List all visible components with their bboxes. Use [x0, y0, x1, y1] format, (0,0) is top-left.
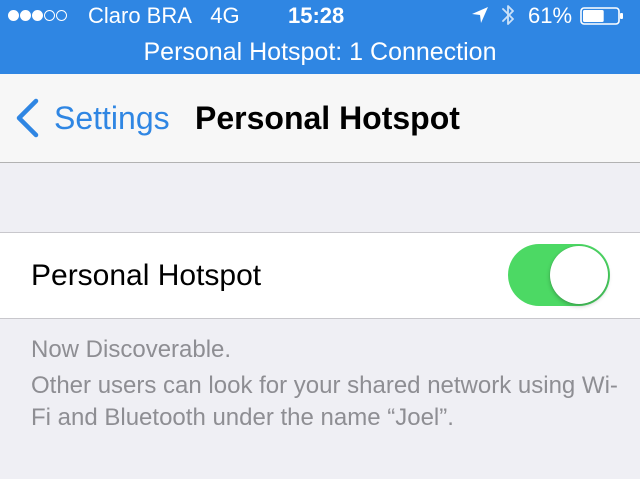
signal-dot-filled	[8, 10, 19, 21]
clock: 15:28	[288, 3, 345, 28]
location-arrow-icon	[472, 7, 488, 23]
discoverable-status: Now Discoverable.	[31, 336, 232, 363]
network-type: 4G	[210, 3, 240, 28]
chevron-left-icon	[16, 98, 39, 138]
personal-hotspot-row: Personal Hotspot	[0, 232, 640, 319]
hotspot-description: Other users can look for your shared net…	[31, 372, 618, 431]
personal-hotspot-label: Personal Hotspot	[31, 259, 262, 292]
back-button-label: Settings	[54, 100, 170, 136]
signal-strength-icon	[8, 10, 68, 24]
carrier-name: Claro BRA	[88, 3, 192, 28]
carrier-info: Claro BRA 4G	[88, 3, 240, 29]
navigation-bar: Settings Personal Hotspot	[0, 74, 640, 163]
signal-dot-filled	[20, 10, 31, 21]
page-title: Personal Hotspot	[195, 100, 460, 136]
battery-percent: 61%	[528, 3, 573, 28]
battery-icon	[580, 7, 623, 25]
signal-dot-filled	[32, 10, 43, 21]
status-row: Claro BRA 4G 15:28 61%	[0, 0, 640, 32]
hotspot-connection-banner[interactable]: Personal Hotspot: 1 Connection	[0, 36, 640, 68]
bluetooth-icon	[502, 5, 514, 25]
status-bar: Claro BRA 4G 15:28 61% Personal Hotspot:…	[0, 0, 640, 74]
toggle-knob	[550, 246, 608, 304]
signal-dot-empty	[56, 10, 67, 21]
signal-dot-empty	[44, 10, 55, 21]
personal-hotspot-toggle[interactable]	[508, 244, 610, 306]
